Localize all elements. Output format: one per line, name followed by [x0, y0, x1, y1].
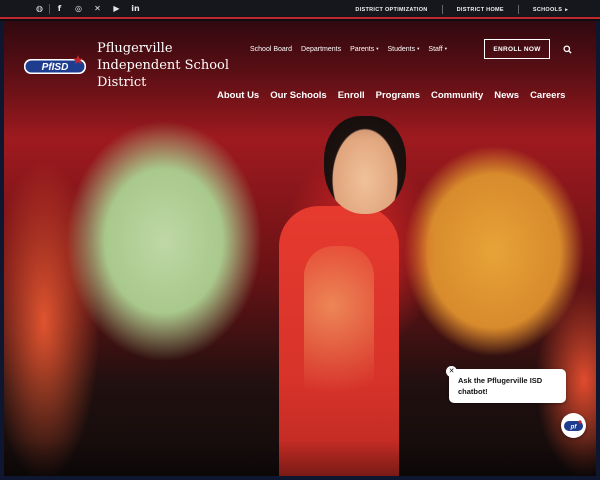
- page-frame-right: [596, 21, 600, 480]
- site-title[interactable]: Pflugerville Independent School District: [97, 40, 237, 91]
- nav-staff-label: Staff: [428, 45, 443, 53]
- page-frame-bottom: [0, 476, 600, 480]
- nav-students-label: Students: [387, 45, 416, 53]
- linkedin-icon[interactable]: in: [126, 1, 145, 17]
- district-home-link[interactable]: DISTRICT HOME: [443, 7, 518, 13]
- social-links: ◍ f ◎ ✕ ▶ in: [0, 1, 145, 17]
- schools-label: SCHOOLS: [532, 6, 563, 13]
- nav-enroll[interactable]: Enroll: [338, 90, 365, 101]
- youtube-icon[interactable]: ▶: [107, 1, 126, 17]
- nav-school-board[interactable]: School Board: [250, 46, 292, 53]
- district-home-label: DISTRICT HOME: [456, 6, 504, 13]
- chevron-down-icon: ▾: [417, 46, 420, 51]
- nav-programs[interactable]: Programs: [376, 90, 420, 101]
- primary-nav: About Us Our Schools Enroll Programs Com…: [217, 87, 565, 103]
- nav-news[interactable]: News: [494, 90, 519, 101]
- hero-child-body: [279, 206, 399, 476]
- chatbot-logo-icon: pf: [564, 419, 583, 431]
- nav-students[interactable]: Students ▾: [388, 46, 420, 53]
- district-optimization-link[interactable]: DISTRICT OPTIMIZATION: [341, 7, 441, 13]
- close-icon[interactable]: ✕: [446, 366, 457, 377]
- nav-our-schools[interactable]: Our Schools: [270, 90, 326, 101]
- page-frame-left: [0, 21, 4, 480]
- enroll-now-button[interactable]: ENROLL NOW: [484, 39, 550, 59]
- chevron-down-icon: ▾: [376, 46, 379, 51]
- chevron-down-icon: ▾: [444, 46, 447, 51]
- utility-links: DISTRICT OPTIMIZATION DISTRICT HOME SCHO…: [341, 0, 582, 19]
- chatbot-prompt[interactable]: Ask the Pflugerville ISD chatbot!: [449, 369, 566, 403]
- nav-departments[interactable]: Departments: [301, 46, 341, 53]
- nav-parents[interactable]: Parents ▾: [350, 46, 378, 53]
- secondary-nav: School Board Departments Parents ▾ Studen…: [250, 41, 447, 57]
- nav-staff[interactable]: Staff ▾: [428, 46, 447, 53]
- logo-text: PfISD: [42, 62, 69, 73]
- utility-bar: ◍ f ◎ ✕ ▶ in DISTRICT OPTIMIZATION DISTR…: [0, 0, 600, 19]
- instagram-icon[interactable]: ◎: [69, 1, 88, 17]
- nav-parents-label: Parents: [350, 45, 375, 53]
- svg-text:pf: pf: [570, 424, 578, 430]
- website-icon[interactable]: ◍: [30, 1, 49, 17]
- site-title-line1: Pflugerville: [97, 41, 173, 56]
- chatbot-launcher-button[interactable]: pf: [561, 413, 586, 438]
- chatbot-prompt-line1: Ask the Pflugerville ISD: [458, 376, 543, 385]
- x-icon[interactable]: ✕: [88, 1, 107, 17]
- hero-shade: [4, 440, 596, 476]
- site-title-line2: Independent School: [97, 58, 230, 73]
- chatbot-prompt-line2: chatbot!: [458, 387, 488, 396]
- chevron-right-icon: ▸: [565, 6, 568, 13]
- site-title-line3: District: [97, 75, 147, 90]
- nav-careers[interactable]: Careers: [530, 90, 565, 101]
- nav-community[interactable]: Community: [431, 90, 483, 101]
- schools-dropdown[interactable]: SCHOOLS ▸: [519, 7, 582, 13]
- nav-about-us[interactable]: About Us: [217, 90, 259, 101]
- district-optimization-label: DISTRICT OPTIMIZATION: [355, 6, 428, 13]
- facebook-icon[interactable]: f: [50, 1, 69, 17]
- pfisd-logo[interactable]: PfISD: [24, 55, 88, 77]
- search-icon: [562, 44, 572, 54]
- search-button[interactable]: [560, 42, 574, 56]
